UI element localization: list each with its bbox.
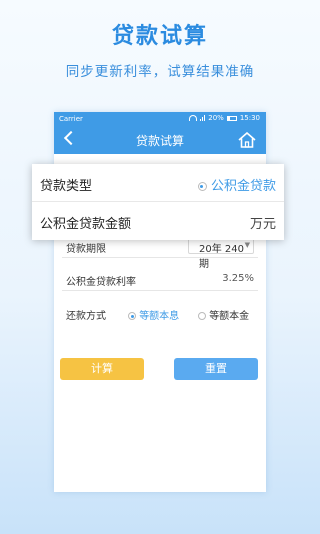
loan-amount-unit: 万元 (249, 217, 276, 232)
nav-bar: 贷款试算 (54, 126, 266, 154)
loan-rate-row: 公积金贷款利率 3.25% (62, 267, 258, 291)
repayment-label: 还款方式 (66, 311, 106, 322)
promo-subtitle: 同步更新利率，试算结果准确 (65, 64, 255, 80)
battery-icon (226, 115, 237, 121)
loan-amount-row[interactable]: 公积金贷款金额 万元 (32, 202, 284, 240)
repayment-row: 还款方式 等额本息 等额本金 (62, 301, 258, 325)
repayment-option-label: 等额本金 (209, 311, 250, 322)
promo-title: 贷款试算 (111, 24, 208, 49)
chevron-down-icon: ▼ (244, 241, 250, 249)
repayment-option-equal-principal[interactable]: 等额本金 (198, 307, 249, 322)
repayment-option-label: 等额本息 (139, 311, 180, 322)
repayment-option-equal-installment[interactable]: 等额本息 (128, 307, 179, 322)
loan-type-value: 公积金贷款 (210, 179, 276, 194)
radio-checked-icon (128, 312, 136, 320)
loan-rate-value: 3.25% (222, 273, 254, 284)
loan-type-label: 贷款类型 (40, 179, 93, 194)
radio-checked-icon (197, 182, 207, 191)
loan-rate-label: 公积金贷款利率 (66, 277, 136, 288)
battery-percent: 20% (208, 114, 224, 122)
status-time: 15:30 (239, 114, 260, 122)
highlight-card: 贷款类型 公积金贷款 公积金贷款金额 万元 (32, 164, 284, 240)
reset-button[interactable]: 重置 (174, 358, 258, 380)
loan-term-label: 贷款期限 (66, 244, 106, 255)
calculate-button[interactable]: 计算 (60, 358, 144, 380)
loan-type-row: 贷款类型 公积金贷款 (32, 164, 284, 202)
radio-unchecked-icon (198, 312, 206, 320)
wifi-icon (189, 115, 198, 121)
loan-amount-label: 公积金贷款金额 (40, 217, 132, 232)
loan-type-option[interactable]: 公积金贷款 (197, 175, 276, 194)
signal-icon (200, 115, 206, 121)
home-icon[interactable] (238, 132, 256, 148)
status-bar: Carrier 20% 15:30 (54, 112, 266, 126)
carrier-label: Carrier (59, 115, 83, 123)
nav-title: 贷款试算 (135, 134, 184, 148)
